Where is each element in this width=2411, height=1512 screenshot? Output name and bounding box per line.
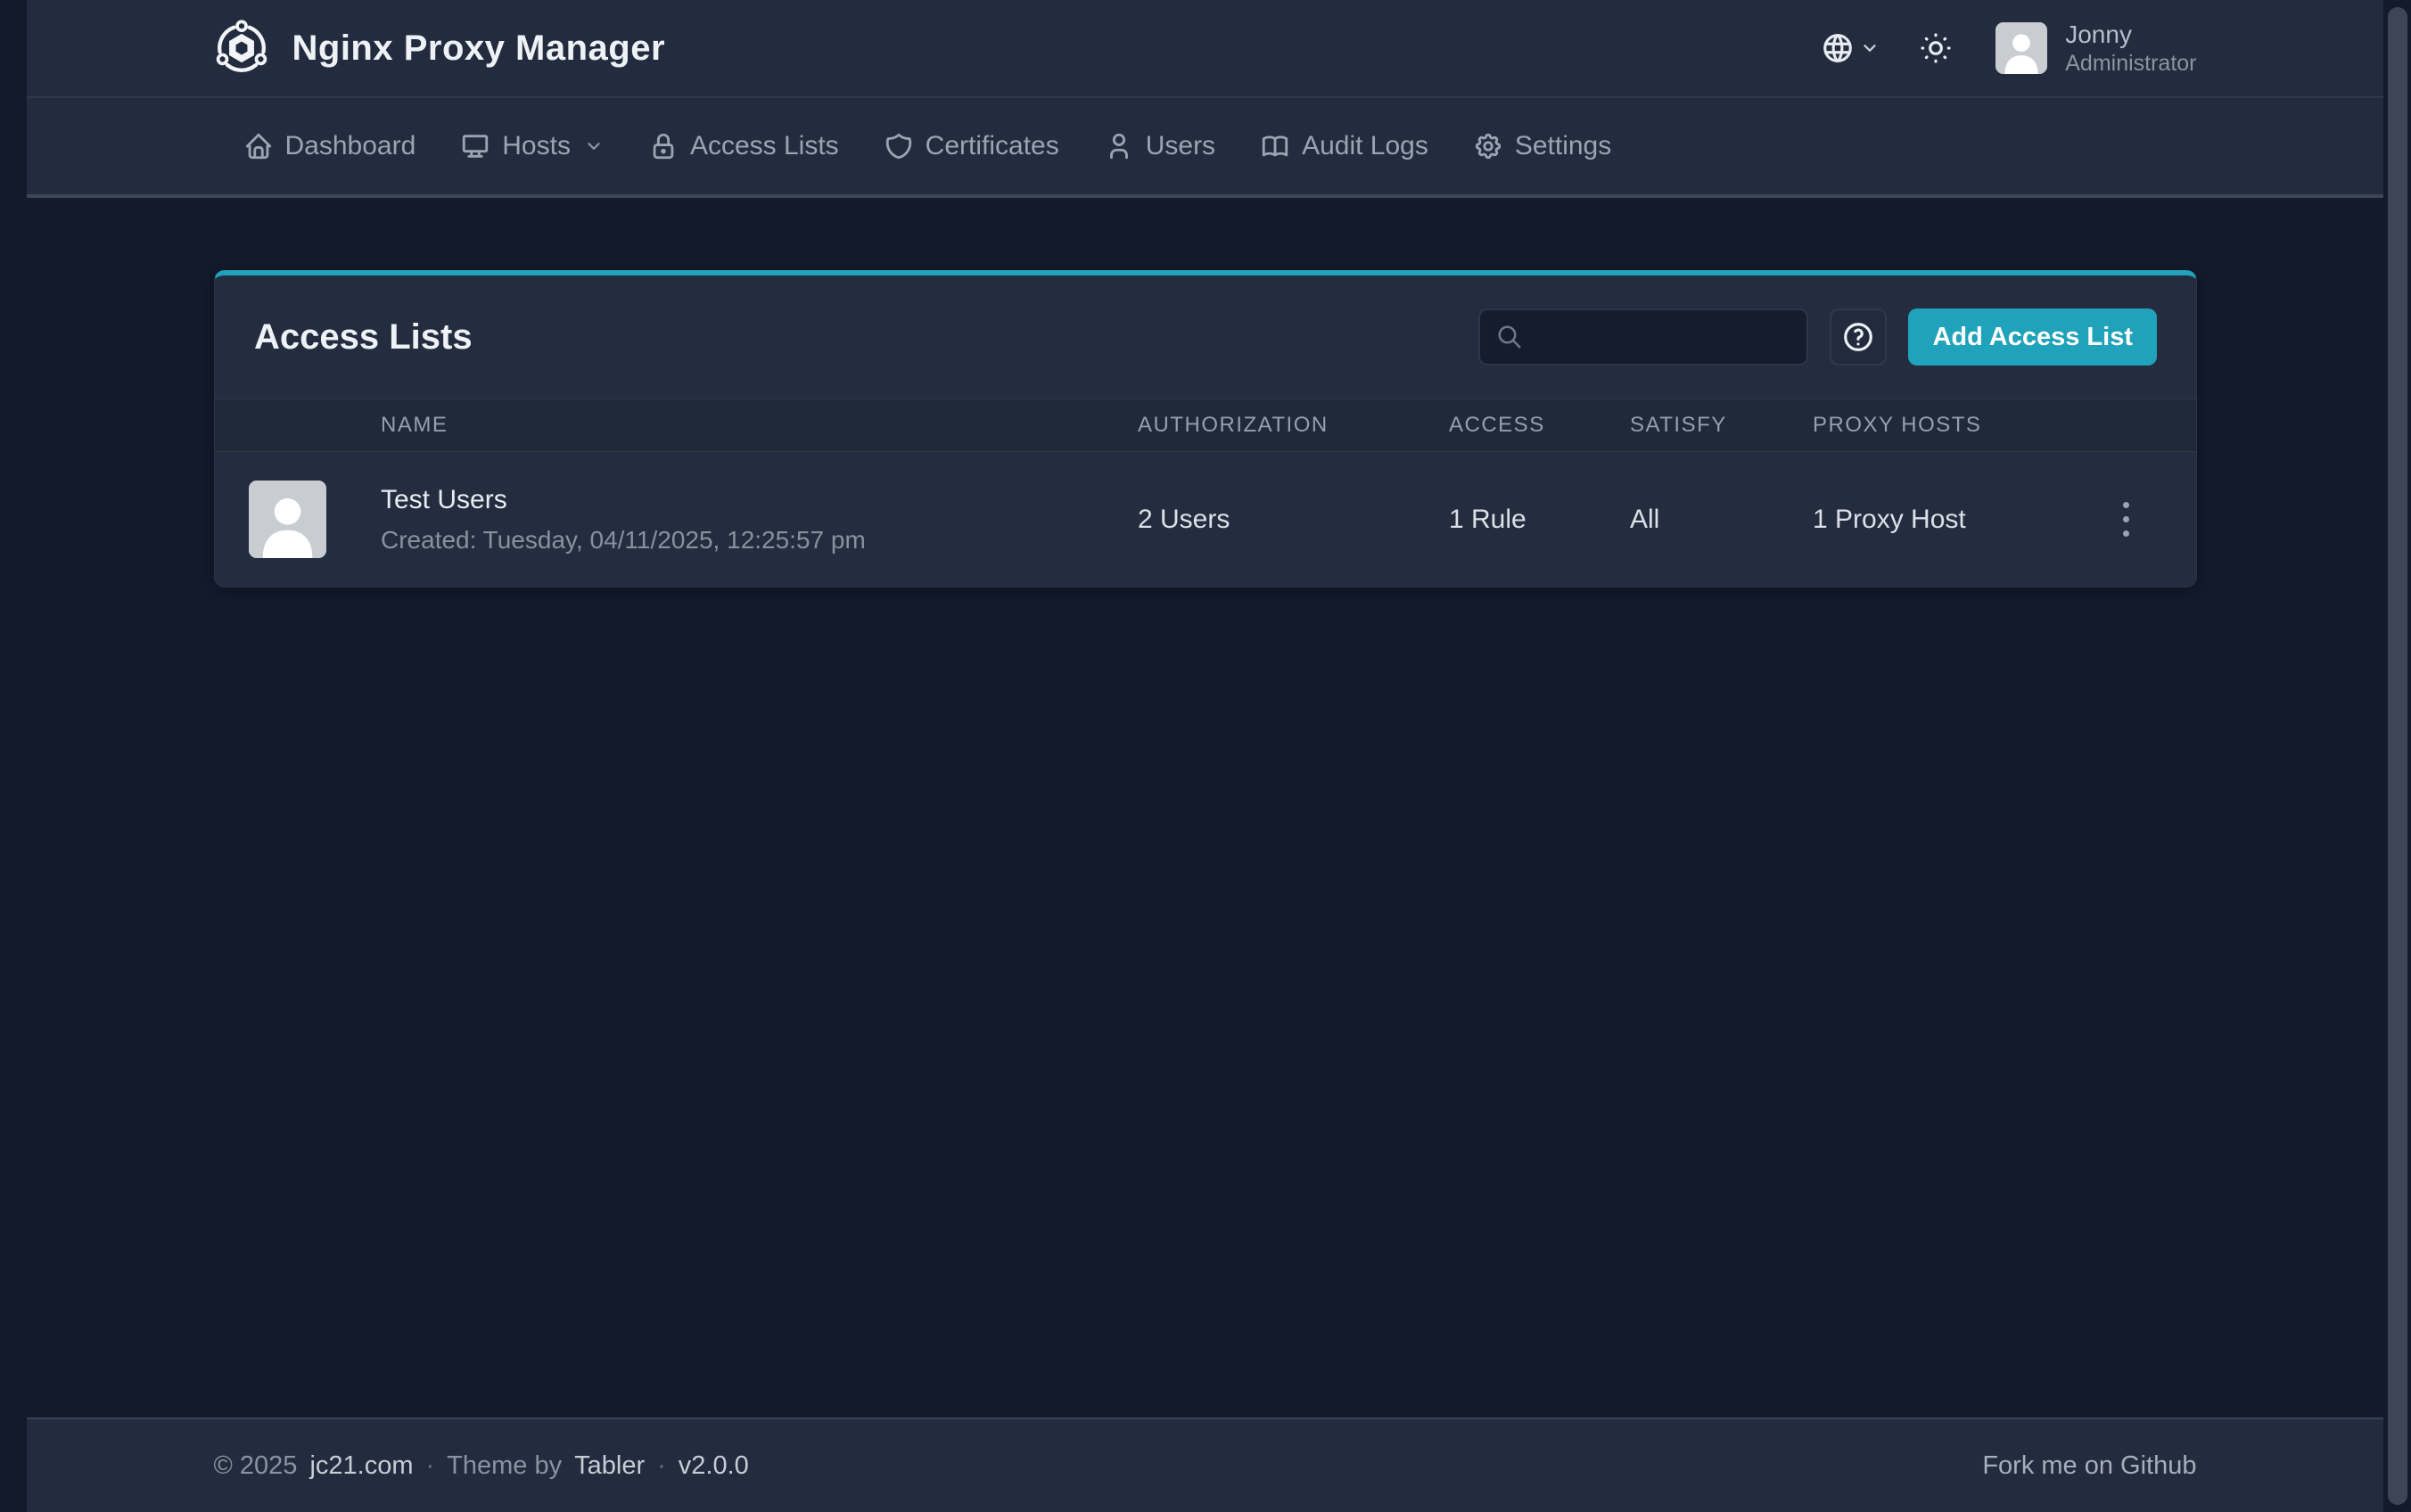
globe-icon: [1821, 31, 1855, 65]
brand[interactable]: Nginx Proxy Manager: [214, 17, 666, 79]
main-content: Access Lists Add Access List: [0, 198, 2411, 1418]
nav-item-hosts[interactable]: Hosts: [438, 98, 626, 194]
column-header-proxy-hosts: PROXY HOSTS: [1813, 413, 2089, 438]
copyright-text: © 2025: [214, 1451, 298, 1481]
github-link[interactable]: Fork me on Github: [1982, 1451, 2196, 1481]
row-avatar: [249, 481, 326, 558]
user-name: Jonny: [2065, 19, 2196, 50]
nav-label: Dashboard: [285, 131, 416, 161]
version-link[interactable]: v2.0.0: [679, 1451, 749, 1481]
jc21-link[interactable]: jc21.com: [309, 1451, 413, 1481]
home-icon: [243, 131, 274, 161]
book-icon: [1260, 131, 1290, 161]
user-role: Administrator: [2065, 50, 2196, 78]
column-header-authorization: AUTHORIZATION: [1138, 413, 1449, 438]
theme-by-text: Theme by: [447, 1451, 562, 1481]
cell-proxy-hosts: 1 Proxy Host: [1813, 505, 2089, 535]
nav-item-audit-logs[interactable]: Audit Logs: [1238, 98, 1451, 194]
top-header: Nginx Proxy Manager: [27, 0, 2383, 98]
column-header-access: ACCESS: [1449, 413, 1630, 438]
nav-label: Users: [1146, 131, 1215, 161]
column-header-name: NAME: [381, 413, 1138, 438]
access-list-name: Test Users: [381, 485, 1138, 515]
access-lists-card: Access Lists Add Access List: [214, 270, 2197, 588]
search-input[interactable]: [1478, 308, 1808, 366]
scrollbar-thumb[interactable]: [2388, 7, 2407, 1505]
chevron-down-icon: [584, 136, 604, 156]
npm-logo-icon: [214, 17, 269, 79]
nav-item-users[interactable]: Users: [1082, 98, 1238, 194]
nav-item-dashboard[interactable]: Dashboard: [221, 98, 439, 194]
nav-item-certificates[interactable]: Certificates: [861, 98, 1082, 194]
avatar-placeholder-icon: [1995, 22, 2047, 74]
nav-label: Access Lists: [690, 131, 839, 161]
search-box: [1478, 308, 1808, 366]
nav-label: Hosts: [502, 131, 571, 161]
table-row: Test Users Created: Tuesday, 04/11/2025,…: [215, 452, 2196, 587]
sun-icon: [1919, 31, 1953, 65]
help-circle-icon: [1841, 320, 1875, 354]
table-header-row: NAME AUTHORIZATION ACCESS SATISFY PROXY …: [215, 399, 2196, 452]
cell-access: 1 Rule: [1449, 505, 1630, 535]
nav-label: Settings: [1515, 131, 1611, 161]
cell-satisfy: All: [1630, 505, 1813, 535]
nav-item-settings[interactable]: Settings: [1451, 98, 1633, 194]
scrollbar-track: [2384, 0, 2411, 1512]
monitor-icon: [460, 131, 490, 161]
page-title: Access Lists: [254, 317, 473, 357]
user-menu[interactable]: Jonny Administrator: [1995, 19, 2196, 78]
language-selector[interactable]: [1821, 31, 1880, 65]
tabler-link[interactable]: Tabler: [574, 1451, 645, 1481]
avatar-placeholder-icon: [249, 481, 326, 558]
separator-dot: ·: [426, 1451, 435, 1481]
cell-authorization: 2 Users: [1138, 505, 1449, 535]
main-nav: Dashboard Hosts Access Lists Certificate…: [27, 98, 2383, 198]
column-header-satisfy: SATISFY: [1630, 413, 1813, 438]
row-actions-menu-icon[interactable]: [2114, 493, 2138, 546]
nav-label: Audit Logs: [1302, 131, 1428, 161]
user-avatar: [1995, 22, 2047, 74]
page-footer: © 2025 jc21.com · Theme by Tabler · v2.0…: [27, 1418, 2383, 1512]
help-button[interactable]: [1830, 308, 1887, 366]
row-name-cell: Test Users Created: Tuesday, 04/11/2025,…: [381, 485, 1138, 555]
separator-dot: ·: [657, 1451, 666, 1481]
user-icon: [1104, 131, 1134, 161]
add-access-list-button[interactable]: Add Access List: [1908, 308, 2157, 366]
nav-item-access-lists[interactable]: Access Lists: [626, 98, 861, 194]
gear-icon: [1473, 131, 1503, 161]
access-list-created: Created: Tuesday, 04/11/2025, 12:25:57 p…: [381, 526, 1138, 555]
chevron-down-icon: [1860, 38, 1880, 58]
shield-icon: [884, 131, 914, 161]
nav-label: Certificates: [926, 131, 1059, 161]
lock-icon: [648, 131, 679, 161]
theme-toggle-button[interactable]: [1919, 31, 1953, 65]
app-title: Nginx Proxy Manager: [292, 29, 666, 69]
